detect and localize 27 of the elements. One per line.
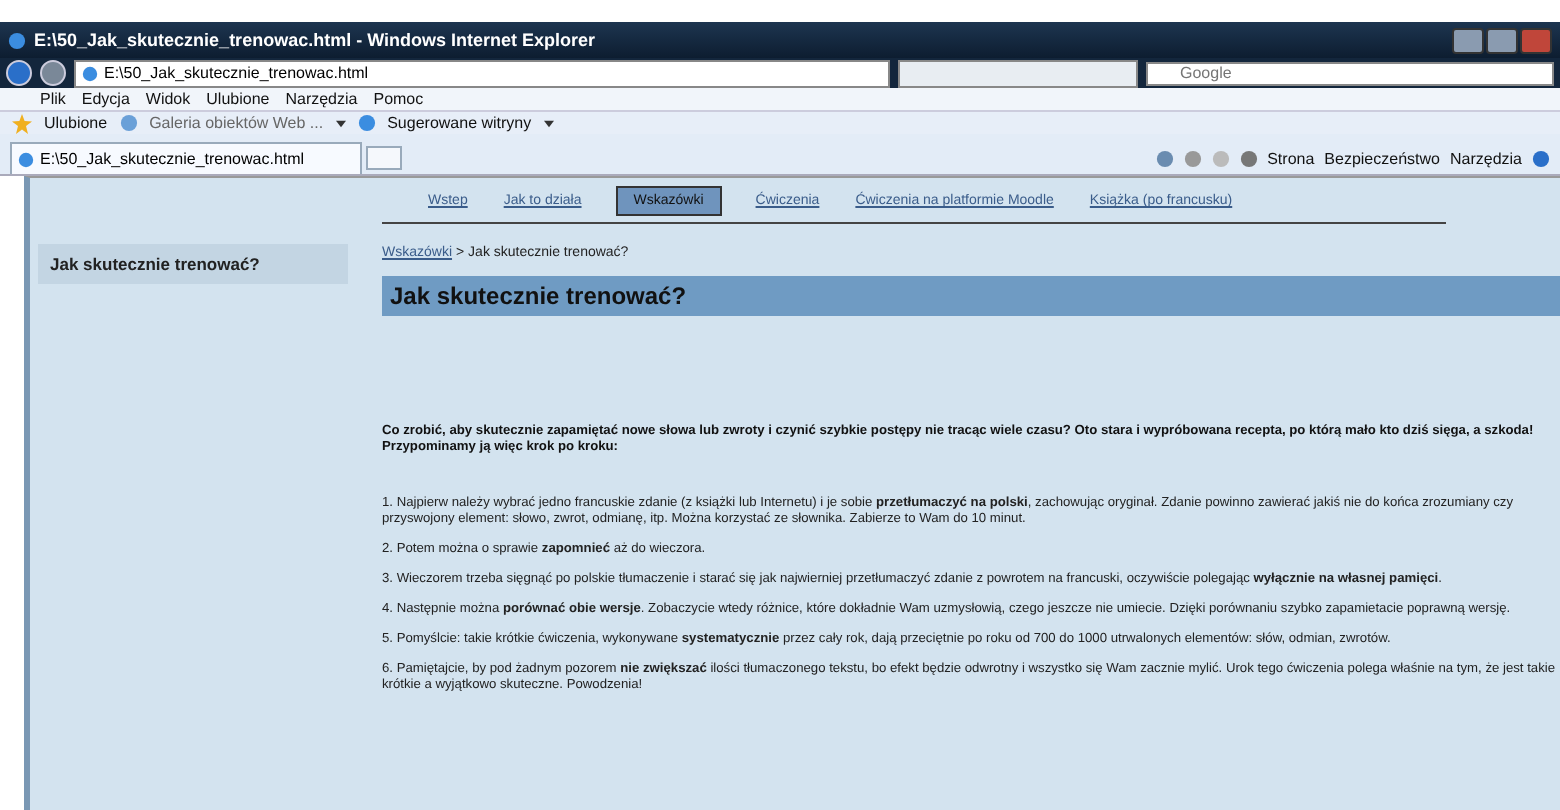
- command-menu[interactable]: Bezpieczeństwo: [1324, 149, 1440, 167]
- command-menu[interactable]: Strona: [1267, 149, 1315, 167]
- address-dropdown[interactable]: [898, 59, 1138, 87]
- browser-tab[interactable]: E:\50_Jak_skutecznie_trenowac.html: [10, 142, 362, 174]
- address-field[interactable]: E:\50_Jak_skutecznie_trenowac.html: [74, 59, 890, 87]
- minimize-button[interactable]: [1452, 27, 1484, 53]
- back-button[interactable]: [6, 60, 32, 86]
- menu-item[interactable]: Edycja: [81, 90, 130, 108]
- caret-icon[interactable]: [335, 119, 346, 127]
- maximize-button[interactable]: [1486, 27, 1518, 53]
- sidebar-item[interactable]: Jak skutecznie trenować?: [38, 244, 348, 284]
- menu-item[interactable]: Ulubione: [206, 90, 270, 108]
- search-field[interactable]: Google: [1146, 61, 1554, 85]
- favorites-link[interactable]: Sugerowane witryny: [387, 114, 532, 132]
- forward-button[interactable]: [40, 60, 66, 86]
- page-heading: Jak skutecznie trenować?: [382, 276, 1560, 316]
- caret-icon[interactable]: [543, 119, 554, 127]
- menu-item[interactable]: Pomoc: [373, 90, 424, 108]
- star-icon[interactable]: [12, 113, 32, 133]
- menu-item[interactable]: Narzędzia: [285, 90, 358, 108]
- favorites-link[interactable]: Galeria obiektów Web ...: [149, 114, 324, 132]
- window-title: E:\50_Jak_skutecznie_trenowac.html - Windows Internet Explorer: [34, 30, 598, 50]
- menu-item[interactable]: Plik: [40, 90, 66, 108]
- menu-item[interactable]: Widok: [145, 90, 191, 108]
- close-button[interactable]: [1520, 27, 1552, 53]
- favorites-button[interactable]: Ulubione: [44, 114, 108, 132]
- command-menu[interactable]: Narzędzia: [1449, 149, 1522, 167]
